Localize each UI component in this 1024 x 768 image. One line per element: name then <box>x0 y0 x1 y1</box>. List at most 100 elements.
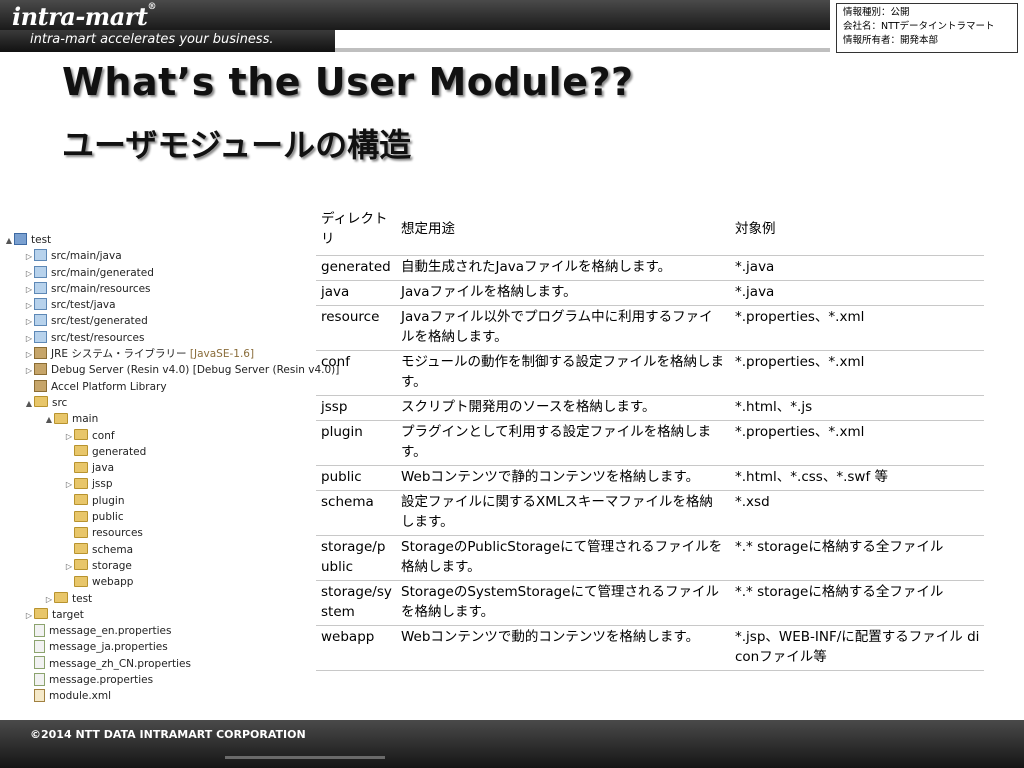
header-directory: ディレクトリ <box>316 203 396 256</box>
cell-directory: generated <box>316 255 396 281</box>
table-row: resource Javaファイル以外でプログラム中に利用するファイルを格納します… <box>316 305 984 351</box>
expand-arrow-icon[interactable]: ▷ <box>44 592 54 608</box>
cell-example: *.html、*.css、*.swf 等 <box>730 465 984 491</box>
tree-node-label: resources <box>92 527 143 540</box>
folder-icon <box>34 608 48 620</box>
table-row: storage/system StorageのSystemStorageにて管理さ… <box>316 580 984 626</box>
cell-directory: resource <box>316 305 396 351</box>
intra-mart-logo: intra-mart® <box>12 2 156 31</box>
tree-node[interactable]: message_zh_CN.properties <box>0 656 310 672</box>
tree-node[interactable]: ▷ Debug Server (Resin v4.0) [Debug Server… <box>0 362 339 379</box>
tree-node[interactable]: module.xml <box>0 688 310 704</box>
expand-arrow-icon[interactable]: ▷ <box>24 249 34 265</box>
tree-node-label: src/test/java <box>51 299 116 312</box>
tree-node[interactable]: ▲ src <box>0 395 310 411</box>
slide-title-ja: ユーザモジュールの構造 <box>62 126 412 164</box>
footer-accent-line <box>225 756 385 759</box>
tree-node[interactable]: message_en.properties <box>0 623 310 639</box>
tree-node-label: schema <box>92 543 134 556</box>
cell-example: *.properties、*.xml <box>730 305 984 351</box>
tree-node[interactable]: ▷ src/main/resources <box>0 281 310 297</box>
tree-node[interactable]: ▷ src/test/java <box>0 297 310 313</box>
cell-directory: jssp <box>316 395 396 421</box>
tree-node[interactable]: ▲ test <box>0 232 310 248</box>
tree-node-label: message.properties <box>49 674 154 687</box>
tree-node[interactable]: ▷ target <box>0 607 310 623</box>
tree-node-label: src <box>52 396 68 409</box>
tree-node-label: public <box>92 511 124 524</box>
cell-purpose: Javaファイルを格納します。 <box>396 280 730 306</box>
expand-arrow-icon[interactable]: ▷ <box>24 282 34 298</box>
tree-node[interactable]: ▷ src/test/resources <box>0 330 310 346</box>
tree-node[interactable]: ▷ JRE システム・ライブラリー [JavaSE-1.6] <box>0 346 310 362</box>
tree-node[interactable]: ▷ conf <box>0 428 310 444</box>
expand-arrow-icon[interactable]: ▷ <box>24 608 34 624</box>
tree-node-label: target <box>52 608 84 621</box>
tree-node[interactable]: generated <box>0 444 310 460</box>
tree-node[interactable]: message.properties <box>0 672 310 688</box>
expand-arrow-icon[interactable]: ▷ <box>64 559 74 575</box>
folder-icon <box>74 510 88 522</box>
table-row: storage/public StorageのPublicStorageにて管理さ… <box>316 535 984 581</box>
tree-node[interactable]: ▷ src/main/generated <box>0 265 310 281</box>
expand-arrow-icon[interactable]: ▷ <box>64 429 74 445</box>
cell-directory: schema <box>316 490 396 536</box>
tree-node-label: generated <box>92 445 147 458</box>
tree-node[interactable]: message_ja.properties <box>0 639 310 655</box>
tree-node[interactable]: webapp <box>0 574 310 590</box>
tree-node[interactable]: resources <box>0 525 310 541</box>
expand-arrow-icon[interactable]: ▷ <box>64 477 74 493</box>
cell-example: *.* storageに格納する全ファイル <box>730 535 984 581</box>
folder-icon <box>74 429 88 441</box>
tree-node-label: Debug Server (Resin v4.0) [Debug Server … <box>51 364 340 377</box>
slide-title-en: What’s the User Module?? <box>62 60 634 104</box>
table-row: webapp Webコンテンツで動的コンテンツを格納します。 *.jsp、WEB-I… <box>316 625 984 671</box>
file-icon <box>34 623 45 637</box>
expand-arrow-icon[interactable]: ▷ <box>24 298 34 314</box>
info-line: 情報所有者：開発本部 <box>843 35 939 46</box>
cell-example: *.xsd <box>730 490 984 536</box>
cell-purpose: モジュールの動作を制御する設定ファイルを格納します。 <box>396 350 730 396</box>
expand-arrow-icon[interactable]: ▷ <box>24 314 34 330</box>
folder-icon <box>74 526 88 538</box>
cell-directory: storage/public <box>316 535 396 581</box>
table-row: public Webコンテンツで静的コンテンツを格納します。 *.html、*.cs… <box>316 465 984 491</box>
tagline: intra-mart accelerates your business. <box>30 32 274 47</box>
table-row: jssp スクリプト開発用のソースを格納します。 *.html、*.js <box>316 395 984 421</box>
tree-node-label: src/test/generated <box>51 315 148 328</box>
tree-node-label: module.xml <box>49 690 112 703</box>
cell-example: *.properties、*.xml <box>730 420 984 466</box>
cell-example: *.java <box>730 255 984 281</box>
expand-arrow-icon[interactable]: ▲ <box>4 233 14 249</box>
tree-node[interactable]: ▲ main <box>0 411 310 427</box>
info-line: 会社名：NTTデータイントラマート <box>843 21 995 32</box>
cell-directory: conf <box>316 350 396 396</box>
tree-node[interactable]: ▷ test <box>0 591 310 607</box>
tree-node-label: test <box>72 592 93 605</box>
folder-icon <box>74 494 88 506</box>
folder-icon <box>54 592 68 604</box>
expand-arrow-icon[interactable]: ▲ <box>44 412 54 428</box>
expand-arrow-icon[interactable]: ▷ <box>24 331 34 347</box>
folder-icon <box>34 396 48 408</box>
tree-node[interactable]: ▷ src/main/java <box>0 248 310 264</box>
tree-node[interactable]: java <box>0 460 310 476</box>
tree-node[interactable]: ▷ src/test/generated <box>0 313 310 329</box>
folder-icon <box>74 445 88 457</box>
folder-icon <box>74 477 88 489</box>
expand-arrow-icon[interactable]: ▷ <box>24 347 34 363</box>
cell-example: *.* storageに格納する全ファイル <box>730 580 984 626</box>
expand-arrow-icon[interactable]: ▲ <box>24 396 34 412</box>
tree-node[interactable]: ▷ jssp <box>0 476 310 492</box>
cell-purpose: StorageのPublicStorageにて管理されるファイルを格納します。 <box>396 535 730 581</box>
file-icon <box>34 639 45 653</box>
expand-arrow-icon[interactable]: ▷ <box>24 266 34 282</box>
tree-node[interactable]: ▷ storage <box>0 558 310 574</box>
tree-node[interactable]: public <box>0 509 310 525</box>
tree-node[interactable]: plugin <box>0 493 310 509</box>
cell-purpose: 自動生成されたJavaファイルを格納します。 <box>396 255 730 281</box>
tree-node[interactable]: schema <box>0 542 310 558</box>
expand-arrow-icon[interactable]: ▷ <box>24 363 34 379</box>
tree-node-label: src/test/resources <box>51 331 145 344</box>
tree-node[interactable]: Accel Platform Library <box>0 379 310 395</box>
